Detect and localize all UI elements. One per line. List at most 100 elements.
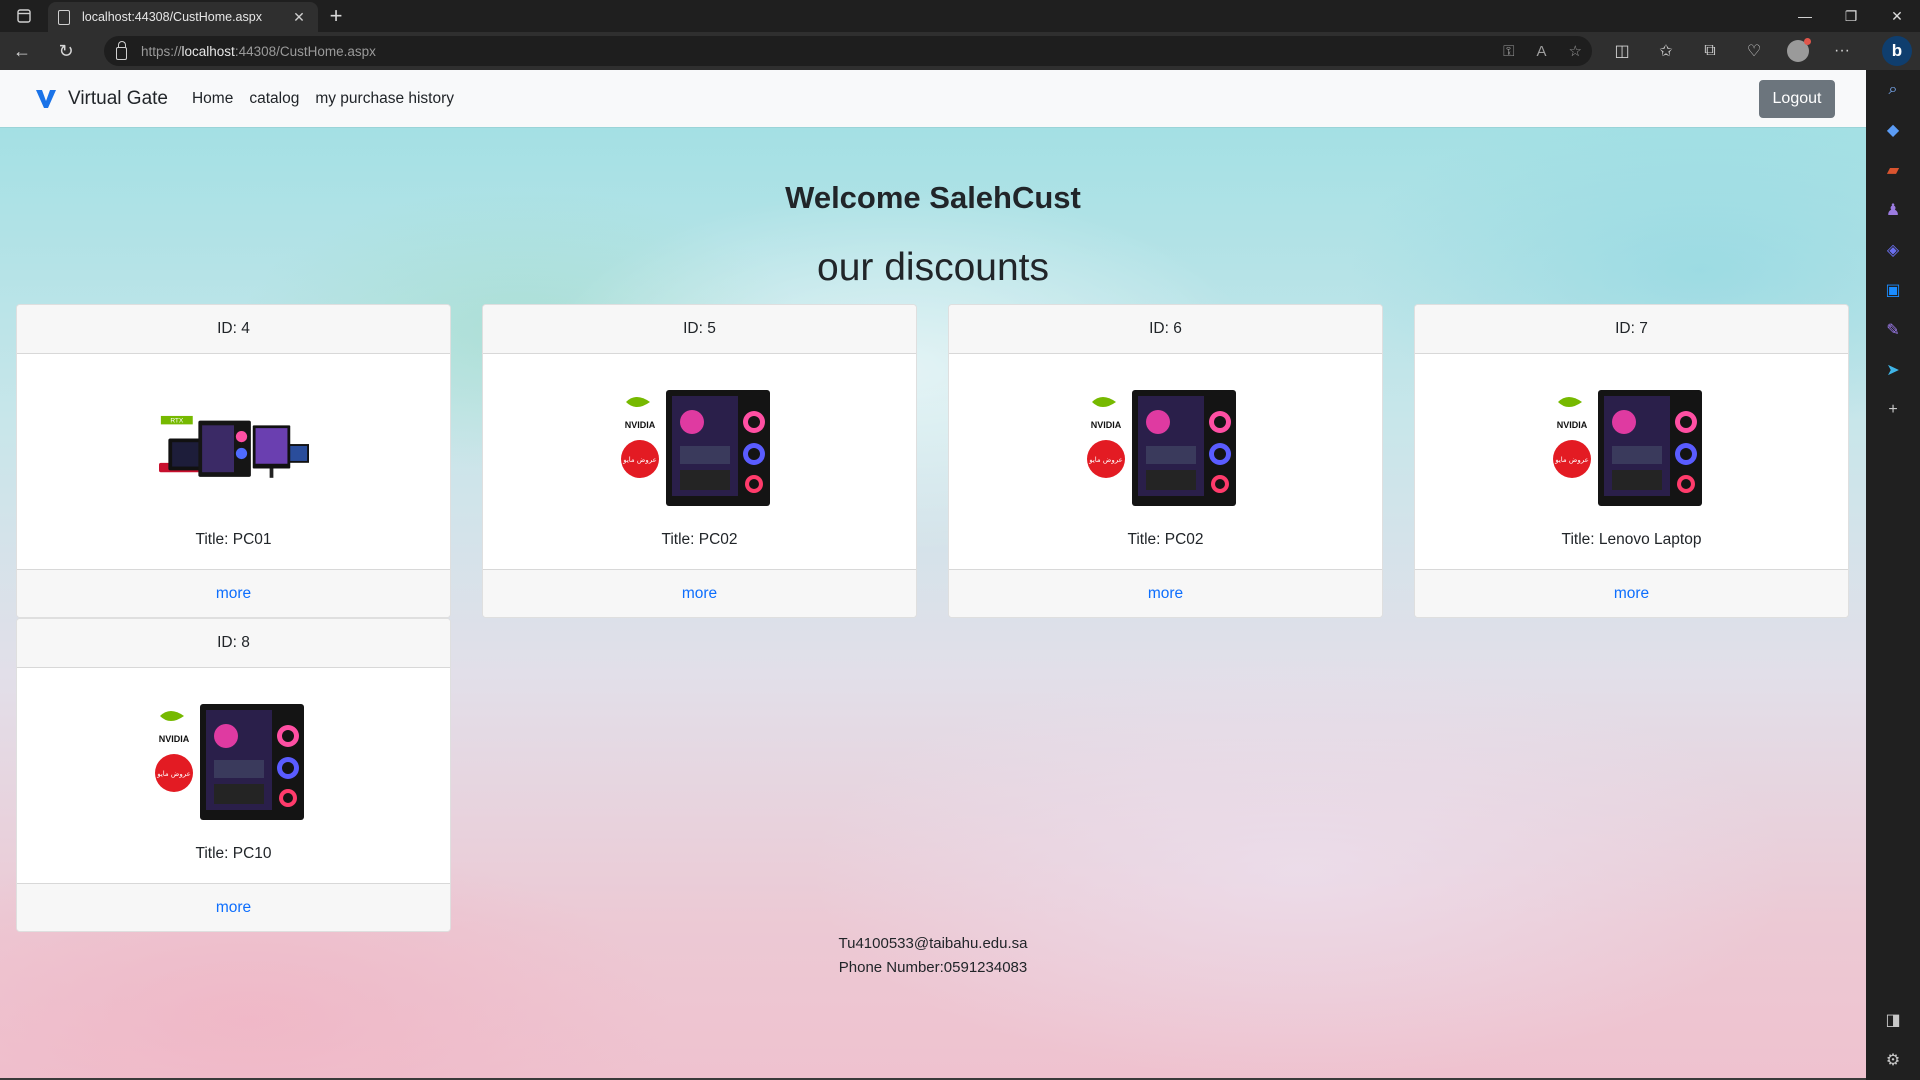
more-link[interactable]: more (1614, 585, 1649, 603)
key-icon[interactable]: ⚿ (1503, 43, 1514, 60)
search-icon[interactable]: ⌕ (1866, 70, 1920, 110)
card-footer: more (17, 569, 450, 617)
nav-link-purchase-history[interactable]: my purchase history (315, 90, 454, 108)
more-link[interactable]: more (1148, 585, 1183, 603)
edge-sidebar: ⌕ ◆ ▰ ♟ ◈ ▣ ✎ ➤ + ◨ ⚙ (1866, 70, 1920, 1080)
page-viewport: Virtual Gate Home catalog my purchase hi… (0, 70, 1866, 1078)
more-menu-icon[interactable]: ··· (1820, 32, 1864, 70)
discounts-heading: our discounts (817, 246, 1049, 289)
add-icon[interactable]: + (1866, 390, 1920, 430)
nvidia-label: NVIDIA (1556, 420, 1587, 430)
tab-actions-icon[interactable] (0, 0, 48, 32)
rtx-label: RTX (170, 418, 184, 425)
card-title: Title: Lenovo Laptop (1561, 531, 1702, 548)
card-footer: more (483, 569, 916, 617)
games-icon[interactable]: ♟ (1866, 190, 1920, 230)
tab-close-icon[interactable]: ✕ (290, 9, 308, 26)
address-toolbar: ← ↻ https://localhost:44308/CustHome.asp… (0, 32, 1920, 70)
avatar (1787, 38, 1811, 62)
card-title: Title: PC02 (1127, 531, 1204, 548)
edge-sidebar-bottom: ◨ ⚙ (1866, 1000, 1920, 1080)
favorites-icon[interactable]: ✩ (1644, 32, 1688, 70)
more-link[interactable]: more (216, 899, 251, 917)
offer-label: عروض مايو (622, 456, 657, 464)
card-title: Title: PC01 (195, 531, 272, 548)
profile-button[interactable] (1776, 32, 1820, 70)
card-id: ID: 4 (17, 305, 450, 354)
nvidia-label: NVIDIA (1090, 420, 1121, 430)
brand-name: Virtual Gate (68, 87, 168, 109)
product-card: ID: 5 NVIDIA عروض مايو Title: PC02 more (482, 304, 917, 618)
browser-tab-active[interactable]: localhost:44308/CustHome.aspx ✕ (48, 2, 318, 32)
card-body: NVIDIA عروض مايو Title: PC02 (483, 354, 916, 569)
address-bar[interactable]: https://localhost:44308/CustHome.aspx ⚿ … (104, 36, 1592, 66)
nvidia-label: NVIDIA (624, 420, 655, 430)
card-id: ID: 5 (483, 305, 916, 354)
product-image[interactable]: RTX (159, 384, 309, 506)
split-screen-icon[interactable]: ◫ (1600, 32, 1644, 70)
back-button[interactable]: ← (0, 32, 44, 70)
send-icon[interactable]: ➤ (1866, 350, 1920, 390)
product-image[interactable]: NVIDIA عروض مايو (1551, 384, 1712, 506)
product-card: ID: 4 RTX Title: PC01 more (16, 304, 451, 618)
tab-title: localhost:44308/CustHome.aspx (82, 10, 262, 24)
copilot-icon[interactable]: b (1882, 36, 1912, 66)
new-tab-button[interactable]: + (318, 0, 354, 32)
offer-label: عروض مايو (156, 770, 191, 778)
nvidia-label: NVIDIA (158, 734, 189, 744)
window-controls: — ❐ ✕ (1782, 0, 1920, 32)
brand-logo-icon (36, 89, 56, 108)
card-body: NVIDIA عروض مايو Title: PC10 (17, 668, 450, 883)
collections-icon[interactable]: ⧉ (1688, 32, 1732, 70)
card-footer: more (1415, 569, 1848, 617)
offer-label: عروض مايو (1554, 456, 1589, 464)
product-card: ID: 7 NVIDIA عروض مايو Title: Lenovo Lap… (1414, 304, 1849, 618)
browser-tools: ◫ ✩ ⧉ ♡ ··· (1600, 32, 1864, 70)
logout-button[interactable]: Logout (1759, 80, 1835, 118)
tag-icon[interactable]: ◆ (1866, 110, 1920, 150)
card-id: ID: 8 (17, 619, 450, 668)
welcome-heading: Welcome SalehCust (785, 180, 1081, 215)
contact-phone: Phone Number:0591234083 (838, 959, 1028, 976)
card-body: NVIDIA عروض مايو Title: Lenovo Laptop (1415, 354, 1848, 569)
card-id: ID: 6 (949, 305, 1382, 354)
product-card: ID: 8 NVIDIA عروض مايو Title: PC10 more (16, 618, 451, 932)
url-text[interactable]: https://localhost:44308/CustHome.aspx (141, 44, 376, 59)
product-card: ID: 6 NVIDIA عروض مايو Title: PC02 more (948, 304, 1383, 618)
page-favicon-icon (58, 9, 70, 25)
read-aloud-icon[interactable]: A (1537, 43, 1547, 60)
card-body: RTX Title: PC01 (17, 354, 450, 569)
omnibox-actions: ⚿ A ☆ (1503, 36, 1582, 66)
offer-label: عروض مايو (1088, 456, 1123, 464)
product-image[interactable]: NVIDIA عروض مايو (153, 698, 314, 820)
designer-icon[interactable]: ✎ (1866, 310, 1920, 350)
contact-footer: Tu4100533@taibahu.edu.sa Phone Number:05… (0, 932, 1866, 980)
site-navbar: Virtual Gate Home catalog my purchase hi… (0, 70, 1866, 127)
lock-icon[interactable] (116, 40, 127, 60)
card-title: Title: PC10 (195, 845, 272, 862)
briefcase-icon[interactable]: ▰ (1866, 150, 1920, 190)
more-link[interactable]: more (216, 585, 251, 603)
more-link[interactable]: more (682, 585, 717, 603)
card-title: Title: PC02 (661, 531, 738, 548)
refresh-button[interactable]: ↻ (44, 32, 88, 70)
brand[interactable]: Virtual Gate (34, 88, 168, 110)
contact-email: Tu4100533@taibahu.edu.sa (838, 935, 1028, 952)
card-body: NVIDIA عروض مايو Title: PC02 (949, 354, 1382, 569)
product-image[interactable]: NVIDIA عروض مايو (619, 384, 780, 506)
settings-gear-icon[interactable]: ⚙ (1866, 1040, 1920, 1080)
nav-link-catalog[interactable]: catalog (249, 90, 299, 108)
product-image[interactable]: NVIDIA عروض مايو (1085, 384, 1246, 506)
health-icon[interactable]: ♡ (1732, 32, 1776, 70)
outlook-icon[interactable]: ▣ (1866, 270, 1920, 310)
restore-icon[interactable]: ❐ (1828, 0, 1874, 32)
sidebar-toggle-icon[interactable]: ◨ (1866, 1000, 1920, 1040)
office-icon[interactable]: ◈ (1866, 230, 1920, 270)
favorite-star-icon[interactable]: ☆ (1569, 42, 1582, 60)
card-footer: more (17, 883, 450, 931)
card-id: ID: 7 (1415, 305, 1848, 354)
close-window-icon[interactable]: ✕ (1874, 0, 1920, 32)
nav-link-home[interactable]: Home (192, 90, 233, 108)
browser-tab-bar: localhost:44308/CustHome.aspx ✕ + — ❐ ✕ (0, 0, 1920, 32)
minimize-icon[interactable]: — (1782, 0, 1828, 32)
